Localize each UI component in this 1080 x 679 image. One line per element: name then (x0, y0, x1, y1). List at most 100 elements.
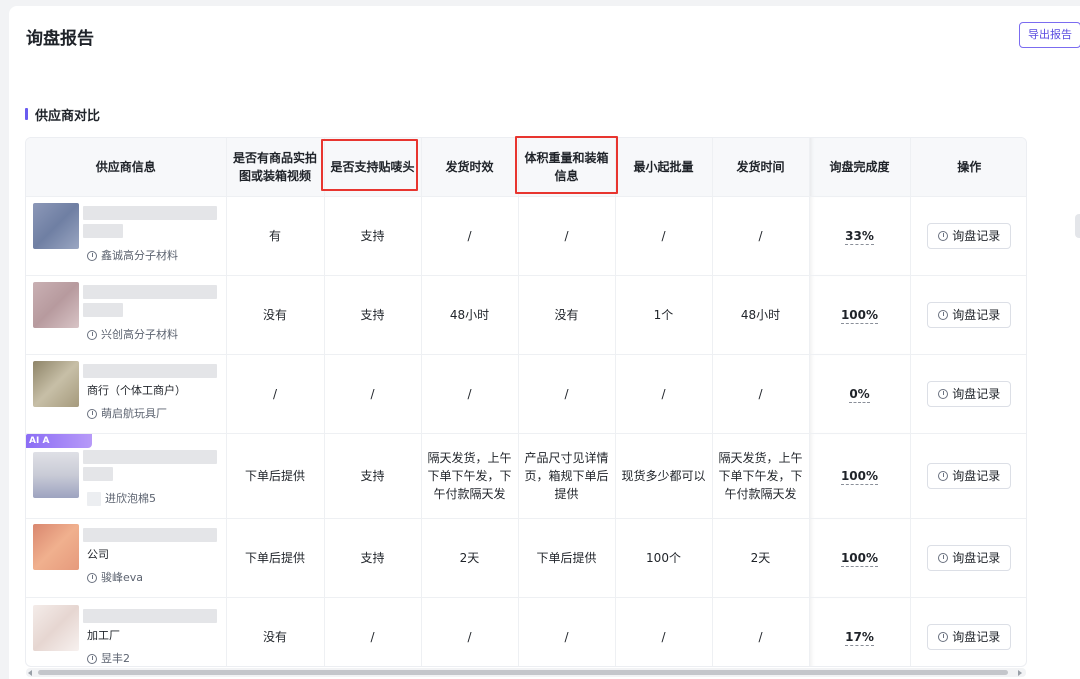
col-ship-speed: 发货时效 (421, 138, 519, 197)
cell-label: 支持 (324, 196, 422, 276)
clock-icon (938, 230, 949, 241)
clock-icon (938, 309, 949, 320)
blurred-name (83, 284, 217, 299)
cell-photo: 没有 (226, 597, 325, 666)
table-row: AI A 进欣泡棉5 下单后提供 支持 隔天发货，上午下单下午发，下午付款隔天发… (26, 433, 1026, 519)
completion-value[interactable]: 33% (845, 228, 874, 245)
cell-moq: / (615, 354, 713, 434)
supplier-thumbnail (33, 604, 79, 651)
cell-completion: 17% (809, 597, 911, 666)
blurred-name (83, 363, 217, 378)
clock-icon (938, 388, 949, 399)
supplier-name: 公司 (87, 547, 109, 561)
clock-icon (938, 631, 949, 642)
completion-value[interactable]: 100% (840, 468, 879, 485)
cell-moq: 100个 (615, 518, 713, 598)
col-completion: 询盘完成度 (809, 138, 911, 197)
inquiry-record-button[interactable]: 询盘记录 (927, 301, 1012, 328)
supplier-cell: 公司 骏峰eva (26, 519, 226, 597)
col-actions: 操作 (910, 138, 1026, 197)
clock-icon (938, 552, 949, 563)
ai-tag-badge: AI A (26, 433, 92, 448)
supplier-shop: 骏峰eva (87, 569, 143, 587)
cell-moq: / (615, 196, 713, 276)
cell-label: 支持 (324, 518, 422, 598)
supplier-cell: 商行（个体工商户） 萌启航玩具厂 (26, 355, 226, 433)
cell-actions: 询盘记录 (910, 597, 1026, 666)
cell-actions: 询盘记录 (910, 433, 1026, 519)
supplier-cell: 鑫诚高分子材料 (26, 197, 226, 275)
cell-ship-time: / (712, 196, 810, 276)
inquiry-record-button[interactable]: 询盘记录 (927, 380, 1012, 407)
shop-clock-icon (87, 329, 97, 340)
cell-packing: / (518, 354, 616, 434)
scroll-left-arrow-icon[interactable] (28, 670, 32, 676)
clock-icon (938, 470, 949, 481)
supplier-thumbnail (33, 523, 79, 570)
cell-label: / (324, 597, 422, 666)
cell-actions: 询盘记录 (910, 275, 1026, 355)
section-header: 供应商对比 (25, 106, 101, 124)
section-accent-bar (25, 108, 28, 120)
cell-ship-speed: 2天 (421, 518, 519, 598)
supplier-shop: 萌启航玩具厂 (87, 405, 167, 423)
cell-photo: 没有 (226, 275, 325, 355)
table-row: 商行（个体工商户） 萌启航玩具厂 / / / / / / 0% 询盘记录 (26, 354, 1026, 434)
supplier-cell: AI A 进欣泡棉5 (26, 433, 226, 518)
section-title: 供应商对比 (35, 108, 101, 124)
col-moq: 最小起批量 (615, 138, 713, 197)
cell-actions: 询盘记录 (910, 196, 1026, 276)
cell-ship-speed: / (421, 354, 519, 434)
col-supplier-info: 供应商信息 (26, 138, 227, 197)
cell-completion: 100% (809, 518, 911, 598)
col-photo-video: 是否有商品实拍图或装箱视频 (226, 138, 325, 197)
completion-value[interactable]: 0% (849, 386, 870, 403)
inquiry-record-button[interactable]: 询盘记录 (927, 462, 1012, 489)
table-row: 加工厂 昱丰2 没有 / / / / / 17% 询盘记录 (26, 597, 1026, 667)
table-header-row: 供应商信息 是否有商品实拍图或装箱视频 是否支持贴唛头 发货时效 体积重量和装箱… (26, 138, 1026, 197)
supplier-shop: 昱丰2 (87, 650, 130, 667)
completion-value[interactable]: 17% (845, 629, 874, 646)
inquiry-record-button[interactable]: 询盘记录 (927, 623, 1012, 650)
cell-ship-time: 2天 (712, 518, 810, 598)
inquiry-record-button[interactable]: 询盘记录 (927, 544, 1012, 571)
shop-clock-icon (87, 250, 97, 261)
supplier-thumbnail (33, 451, 79, 498)
completion-value[interactable]: 100% (840, 307, 879, 324)
scroll-right-arrow-icon[interactable] (1018, 670, 1022, 676)
cell-ship-speed: 隔天发货，上午下单下午发，下午付款隔天发 (421, 433, 519, 519)
supplier-thumbnail (33, 281, 79, 328)
cell-photo: 有 (226, 196, 325, 276)
cell-photo: / (226, 354, 325, 434)
blurred-name (83, 223, 123, 238)
table-row: 兴创高分子材料 没有 支持 48小时 没有 1个 48小时 100% 询盘记录 (26, 275, 1026, 355)
blurred-name (83, 205, 217, 220)
cell-completion: 100% (809, 433, 911, 519)
supplier-cell: 加工厂 昱丰2 (26, 598, 226, 667)
horizontal-scrollbar[interactable] (26, 668, 1026, 677)
scrollbar-thumb[interactable] (38, 670, 1008, 675)
blurred-name (83, 449, 217, 464)
supplier-name: 商行（个体工商户） (87, 383, 186, 397)
cell-packing: 下单后提供 (518, 518, 616, 598)
cell-completion: 0% (809, 354, 911, 434)
completion-value[interactable]: 100% (840, 550, 879, 567)
blurred-name (83, 466, 113, 481)
cell-label: / (324, 354, 422, 434)
cell-ship-speed: 48小时 (421, 275, 519, 355)
supplier-comparison-table: 供应商信息 是否有商品实拍图或装箱视频 是否支持贴唛头 发货时效 体积重量和装箱… (25, 137, 1027, 667)
supplier-name: 加工厂 (87, 628, 120, 642)
supplier-thumbnail (33, 360, 79, 407)
cell-ship-speed: / (421, 196, 519, 276)
side-panel-handle[interactable] (1075, 214, 1080, 238)
cell-ship-time: 48小时 (712, 275, 810, 355)
blurred-name (83, 302, 123, 317)
shop-clock-icon (87, 572, 97, 583)
inquiry-record-button[interactable]: 询盘记录 (927, 222, 1012, 249)
cell-packing: / (518, 196, 616, 276)
export-report-button[interactable]: 导出报告 (1019, 22, 1080, 48)
cell-completion: 33% (809, 196, 911, 276)
cell-label: 支持 (324, 275, 422, 355)
cell-actions: 询盘记录 (910, 518, 1026, 598)
shop-clock-icon (87, 408, 97, 419)
